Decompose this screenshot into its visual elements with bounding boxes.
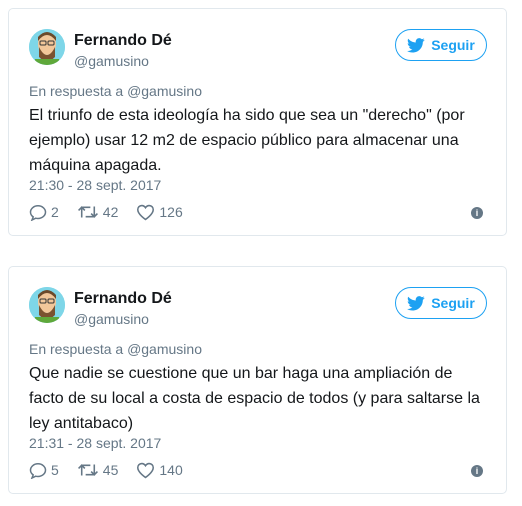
retweet-action[interactable]: 45	[77, 462, 119, 478]
follow-label: Seguir	[431, 295, 475, 311]
reply-icon	[29, 204, 47, 221]
reply-context: En respuesta a @gamusino	[29, 83, 202, 99]
tweet-actions: 5 45 140	[29, 460, 201, 480]
like-action[interactable]: 140	[136, 462, 183, 479]
bird-icon	[407, 295, 425, 311]
retweet-icon	[77, 464, 98, 476]
tweet-text: Que nadie se cuestione que un bar haga u…	[29, 365, 480, 432]
info-icon[interactable]: i	[471, 465, 483, 477]
retweet-count: 45	[102, 462, 119, 478]
avatar[interactable]	[29, 287, 65, 323]
like-action[interactable]: 126	[136, 204, 183, 221]
follow-label: Seguir	[431, 37, 475, 53]
reply-context: En respuesta a @gamusino	[29, 341, 202, 357]
tweet-card: Fernando Dé @gamusino Seguir En respuest…	[8, 8, 507, 236]
reply-prefix: En respuesta a	[29, 341, 124, 357]
author-handle[interactable]: @gamusino	[74, 53, 149, 69]
heart-icon	[137, 462, 155, 478]
tweet-timestamp[interactable]: 21:31 - 28 sept. 2017	[29, 435, 161, 451]
follow-button[interactable]: Seguir	[395, 29, 487, 61]
reply-action[interactable]: 2	[29, 204, 59, 221]
tweet-card: Fernando Dé @gamusino Seguir En respuest…	[8, 266, 507, 494]
tweet-text: El triunfo de esta ideología ha sido que…	[29, 107, 465, 174]
retweet-action[interactable]: 42	[77, 204, 119, 220]
reply-prefix: En respuesta a	[29, 83, 124, 99]
tweet-actions: 2 42 126	[29, 202, 201, 222]
info-icon[interactable]: i	[471, 207, 483, 219]
author-name[interactable]: Fernando Dé	[74, 290, 172, 308]
retweet-count: 42	[102, 204, 119, 220]
bird-icon	[407, 37, 425, 53]
avatar[interactable]	[29, 29, 65, 65]
reply-icon	[29, 462, 47, 479]
like-count: 126	[159, 204, 183, 220]
reply-handle-link[interactable]: @gamusino	[127, 341, 202, 357]
author-name[interactable]: Fernando Dé	[74, 32, 172, 50]
retweet-icon	[77, 206, 98, 218]
reply-count: 2	[51, 204, 59, 220]
reply-action[interactable]: 5	[29, 462, 59, 479]
tweet-timestamp[interactable]: 21:30 - 28 sept. 2017	[29, 177, 161, 193]
like-count: 140	[159, 462, 183, 478]
heart-icon	[137, 204, 155, 220]
author-handle[interactable]: @gamusino	[74, 311, 149, 327]
follow-button[interactable]: Seguir	[395, 287, 487, 319]
reply-handle-link[interactable]: @gamusino	[127, 83, 202, 99]
reply-count: 5	[51, 462, 59, 478]
